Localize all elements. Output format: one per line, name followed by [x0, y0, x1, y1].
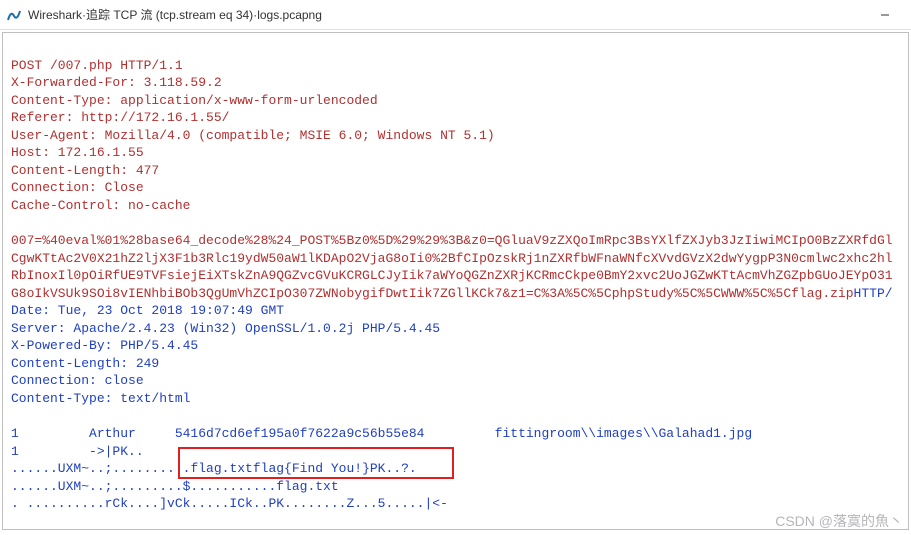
response-header: Connection: close: [11, 373, 144, 388]
watermark-text: CSDN @落寞的魚丶: [775, 511, 903, 531]
response-body: ......UXM~..;......: [11, 461, 159, 476]
request-body: G8oIkVSUk9SOi8vIENhbiBOb3QgUmVhZCIpO307Z…: [11, 286, 854, 301]
request-header: Content-Length: 477: [11, 163, 159, 178]
response-body-flag: ....flag.txtflag{Find You!}PK..?.: [159, 461, 416, 476]
request-header: Referer: http://172.16.1.55/: [11, 110, 229, 125]
response-body: 1 ->|PK..: [11, 444, 144, 459]
minimize-button[interactable]: [865, 0, 905, 30]
request-body: CgwKTtAc2V0X21hZ2ljX3F1b3Rlc19ydW50aW1lK…: [11, 251, 893, 266]
window-titlebar: Wireshark · 追踪 TCP 流 (tcp.stream eq 34) …: [0, 0, 911, 30]
response-body: . ..........rCk....]vCk.....ICk..PK.....…: [11, 496, 448, 511]
request-body: 007=%40eval%01%28base64_decode%28%24_POS…: [11, 233, 893, 248]
request-body: RbInoxIl0pOiRfUE9TVFsiejEiXTskZnA9QGZvcG…: [11, 268, 893, 283]
request-header: User-Agent: Mozilla/4.0 (compatible; MSI…: [11, 128, 495, 143]
request-header: X-Forwarded-For: 3.118.59.2: [11, 75, 222, 90]
http-marker: HTTP/: [854, 286, 893, 301]
response-body: 1 Arthur 5416d7cd6ef195a0f7622a9c56b55e8…: [11, 426, 752, 441]
request-header: Connection: Close: [11, 180, 144, 195]
request-header: Cache-Control: no-cache: [11, 198, 190, 213]
stream-content[interactable]: POST /007.php HTTP/1.1 X-Forwarded-For: …: [3, 33, 908, 519]
title-file: logs.pcapng: [257, 8, 322, 22]
response-header: Content-Type: text/html: [11, 391, 190, 406]
title-app: Wireshark: [28, 8, 82, 22]
wireshark-icon: [6, 7, 22, 23]
request-header: Content-Type: application/x-www-form-url…: [11, 93, 378, 108]
response-header: Server: Apache/2.4.23 (Win32) OpenSSL/1.…: [11, 321, 440, 336]
response-header: Date: Tue, 23 Oct 2018 19:07:49 GMT: [11, 303, 284, 318]
response-body: ......UXM~..;.........$...........flag.t…: [11, 479, 339, 494]
request-header: Host: 172.16.1.55: [11, 145, 144, 160]
stream-content-frame: POST /007.php HTTP/1.1 X-Forwarded-For: …: [2, 32, 909, 530]
response-header: X-Powered-By: PHP/5.4.45: [11, 338, 198, 353]
request-line: POST /007.php HTTP/1.1: [11, 58, 183, 73]
title-stream: 追踪 TCP 流 (tcp.stream eq 34): [86, 6, 253, 23]
response-header: Content-Length: 249: [11, 356, 159, 371]
